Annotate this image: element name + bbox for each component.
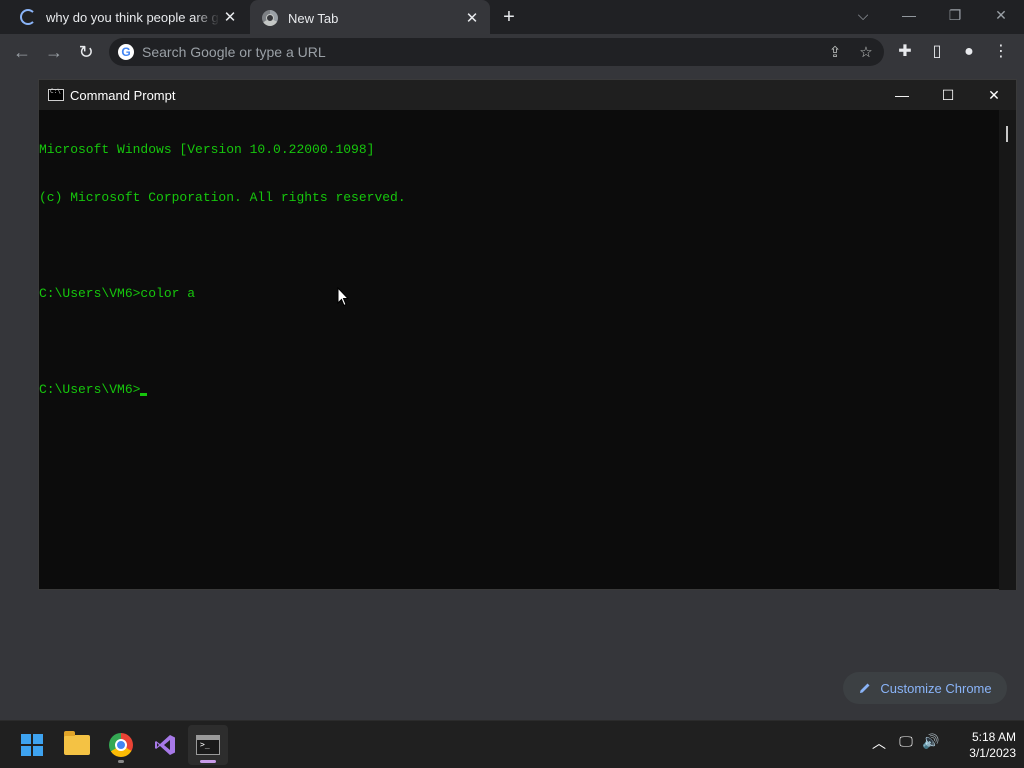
customize-label: Customize Chrome — [880, 680, 992, 696]
show-hidden-icons-chevron-icon[interactable]: ︿ — [868, 733, 890, 753]
mouse-pointer-icon — [337, 287, 349, 307]
close-tab-icon[interactable]: ✕ — [462, 9, 482, 27]
restore-icon[interactable]: ❐ — [932, 0, 978, 30]
tab-search-result[interactable]: why do you think people are gae ✕ — [8, 0, 248, 34]
terminal-taskbar-button[interactable] — [188, 725, 228, 765]
start-button[interactable] — [12, 725, 52, 765]
clock-time: 5:18 AM — [971, 730, 1016, 744]
cmd-title-bar[interactable]: Command Prompt — ☐ ✕ — [39, 80, 1016, 110]
omnibox-input[interactable] — [142, 44, 792, 60]
terminal-line: Microsoft Windows [Version 10.0.22000.10… — [39, 142, 375, 157]
cmd-maximize-icon[interactable]: ☐ — [925, 80, 971, 110]
google-icon: G — [118, 44, 134, 60]
pencil-icon — [860, 683, 870, 693]
terminal-prompt-line[interactable]: C:\Users\VM6> — [39, 382, 999, 398]
cmd-close-icon[interactable]: ✕ — [971, 80, 1017, 110]
tab-title: New Tab — [288, 10, 339, 26]
clock-date: 3/1/2023 — [969, 746, 1016, 760]
menu-kebab-icon[interactable]: ⋮ — [990, 41, 1012, 63]
active-indicator — [200, 760, 216, 763]
tab-search-chevron-icon[interactable]: ⌵ — [840, 0, 886, 30]
windows-taskbar: ︿ 🖵 🔊 5:18 AM 3/1/2023 — [0, 720, 1024, 768]
command-prompt-window[interactable]: Command Prompt — ☐ ✕ Microsoft Windows [… — [38, 79, 1017, 590]
terminal-line: C:\Users\VM6>color a — [39, 286, 196, 301]
back-arrow-icon[interactable]: ← — [10, 40, 34, 64]
text-cursor — [140, 393, 148, 396]
system-clock[interactable]: 5:18 AM 3/1/2023 — [946, 729, 1016, 761]
side-panel-icon[interactable]: ▯ — [926, 41, 948, 63]
loading-spinner-icon — [20, 9, 36, 25]
extensions-icon[interactable]: ✚ — [894, 41, 916, 63]
network-icon[interactable]: 🖵 — [895, 733, 917, 750]
cmd-scrollbar-thumb[interactable] — [1006, 126, 1008, 142]
terminal-icon — [196, 735, 220, 755]
visual-studio-icon — [155, 735, 175, 755]
profile-icon[interactable]: ● — [958, 41, 980, 63]
chrome-icon — [262, 10, 278, 26]
terminal-prompt: C:\Users\VM6> — [39, 382, 141, 397]
bookmark-star-icon[interactable]: ☆ — [855, 42, 877, 64]
chrome-taskbar-button[interactable] — [101, 725, 141, 765]
close-window-icon[interactable]: ✕ — [978, 0, 1024, 30]
browser-toolbar: ← → ↻ G ⇪ ☆ ✚ ▯ ● ⋮ — [0, 34, 1024, 70]
start-icon — [21, 734, 43, 756]
file-explorer-button[interactable] — [57, 725, 97, 765]
forward-arrow-icon[interactable]: → — [42, 40, 66, 64]
reload-icon[interactable]: ↻ — [74, 40, 98, 64]
cmd-title: Command Prompt — [70, 87, 176, 103]
terminal-output[interactable]: Microsoft Windows [Version 10.0.22000.10… — [39, 110, 999, 590]
tab-strip: why do you think people are gae ✕ New Ta… — [0, 0, 1024, 36]
minimize-icon[interactable]: — — [886, 0, 932, 30]
terminal-line: (c) Microsoft Corporation. All rights re… — [39, 190, 406, 205]
volume-icon[interactable]: 🔊 — [920, 733, 942, 750]
customize-chrome-button[interactable]: Customize Chrome — [843, 672, 1007, 704]
share-icon[interactable]: ⇪ — [824, 42, 846, 64]
tab-new-tab[interactable]: New Tab ✕ — [250, 0, 490, 36]
running-indicator — [118, 760, 124, 763]
visual-studio-button[interactable] — [145, 725, 185, 765]
cmd-scrollbar[interactable] — [999, 110, 1016, 590]
chrome-icon — [109, 733, 133, 757]
cmd-app-icon — [48, 88, 64, 101]
tab-title: why do you think people are gae — [46, 9, 220, 25]
new-tab-button[interactable]: + — [498, 6, 520, 28]
file-explorer-icon — [64, 731, 90, 755]
address-bar[interactable]: G ⇪ ☆ — [109, 38, 884, 66]
cmd-minimize-icon[interactable]: — — [879, 80, 925, 110]
close-tab-icon[interactable]: ✕ — [220, 8, 240, 26]
